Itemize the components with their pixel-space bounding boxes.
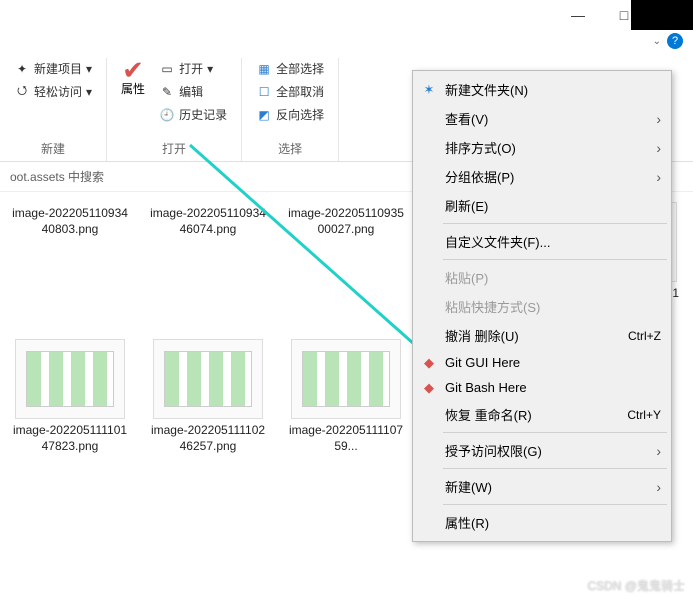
chevron-right-icon: › xyxy=(656,111,661,127)
cm-redo-rename[interactable]: 恢复 重命名(R)Ctrl+Y xyxy=(415,400,669,429)
star-icon: ✶ xyxy=(421,82,437,98)
file-item[interactable]: image-20220511093446074.png xyxy=(148,202,268,317)
cm-grant-access[interactable]: 授予访问权限(G)› xyxy=(415,436,669,465)
context-menu: ✶新建文件夹(N) 查看(V)› 排序方式(O)› 分组依据(P)› 刷新(E)… xyxy=(412,70,672,542)
separator xyxy=(443,432,667,433)
ribbon-group-label: 打开 xyxy=(117,136,231,161)
chevron-right-icon: › xyxy=(656,479,661,495)
cm-new[interactable]: 新建(W)› xyxy=(415,472,669,501)
ribbon-help-row: ⌄ ? xyxy=(0,30,693,52)
edit-icon: ✎ xyxy=(159,84,175,100)
invert-selection-button[interactable]: ◩反向选择 xyxy=(252,104,328,125)
separator xyxy=(443,468,667,469)
select-none-button[interactable]: ☐全部取消 xyxy=(252,81,328,102)
edit-button[interactable]: ✎编辑 xyxy=(155,81,231,102)
file-item[interactable]: image-20220511093440803.png xyxy=(10,202,130,317)
cm-properties[interactable]: 属性(R) xyxy=(415,508,669,537)
cm-refresh[interactable]: 刷新(E) xyxy=(415,191,669,220)
cm-paste-shortcut: 粘贴快捷方式(S) xyxy=(415,292,669,321)
thumbnail xyxy=(15,339,125,419)
separator xyxy=(443,223,667,224)
new-item-button[interactable]: ✦新建项目 ▾ xyxy=(10,58,96,79)
select-all-button[interactable]: ▦全部选择 xyxy=(252,58,328,79)
cm-undo-delete[interactable]: 撤消 删除(U)Ctrl+Z xyxy=(415,321,669,350)
ribbon-group-label: 新建 xyxy=(10,136,96,161)
chevron-right-icon: › xyxy=(656,140,661,156)
git-icon: ◆ xyxy=(421,380,437,396)
chevron-right-icon: › xyxy=(656,443,661,459)
access-icon: ⭯ xyxy=(14,84,30,100)
file-item[interactable]: image-20220511110147823.png xyxy=(10,339,130,454)
history-icon: 🕘 xyxy=(159,107,175,123)
select-all-icon: ▦ xyxy=(256,61,272,77)
ribbon-group-new: ✦新建项目 ▾ ⭯轻松访问 ▾ 新建 xyxy=(0,58,107,161)
cm-group[interactable]: 分组依据(P)› xyxy=(415,162,669,191)
git-icon: ◆ xyxy=(421,355,437,371)
watermark: CSDN @鬼鬼骑士 xyxy=(587,577,685,594)
cm-git-gui[interactable]: ◆Git GUI Here xyxy=(415,350,669,375)
ribbon-group-open: ✔ 属性 ▭打开 ▾ ✎编辑 🕘历史记录 打开 xyxy=(107,58,242,161)
properties-button[interactable]: ✔ 属性 xyxy=(117,58,149,136)
chevron-right-icon: › xyxy=(656,169,661,185)
check-icon: ✔ xyxy=(125,62,141,78)
thumbnail xyxy=(291,339,401,419)
open-icon: ▭ xyxy=(159,61,175,77)
file-item[interactable]: image-20220511110246257.png xyxy=(148,339,268,454)
minimize-button[interactable]: — xyxy=(555,0,601,30)
open-button[interactable]: ▭打开 ▾ xyxy=(155,58,231,79)
collapse-ribbon-icon[interactable]: ⌄ xyxy=(653,36,661,47)
thumbnail xyxy=(153,339,263,419)
cm-customize[interactable]: 自定义文件夹(F)... xyxy=(415,227,669,256)
ribbon-group-select: ▦全部选择 ☐全部取消 ◩反向选择 选择 xyxy=(242,58,339,161)
easy-access-button[interactable]: ⭯轻松访问 ▾ xyxy=(10,81,96,102)
separator xyxy=(443,504,667,505)
separator xyxy=(443,259,667,260)
cm-new-folder[interactable]: ✶新建文件夹(N) xyxy=(415,75,669,104)
file-item[interactable]: image-20220511110759... xyxy=(286,339,406,454)
file-item[interactable]: image-20220511093500027.png xyxy=(286,202,406,317)
cm-git-bash[interactable]: ◆Git Bash Here xyxy=(415,375,669,400)
sparkle-icon: ✦ xyxy=(14,61,30,77)
cm-view[interactable]: 查看(V)› xyxy=(415,104,669,133)
ribbon-group-label: 选择 xyxy=(252,136,328,161)
invert-icon: ◩ xyxy=(256,107,272,123)
select-none-icon: ☐ xyxy=(256,84,272,100)
help-icon[interactable]: ? xyxy=(667,33,683,49)
cm-sort[interactable]: 排序方式(O)› xyxy=(415,133,669,162)
window-titlebar: — □ ✕ xyxy=(0,0,693,30)
cm-paste: 粘贴(P) xyxy=(415,263,669,292)
history-button[interactable]: 🕘历史记录 xyxy=(155,104,231,125)
